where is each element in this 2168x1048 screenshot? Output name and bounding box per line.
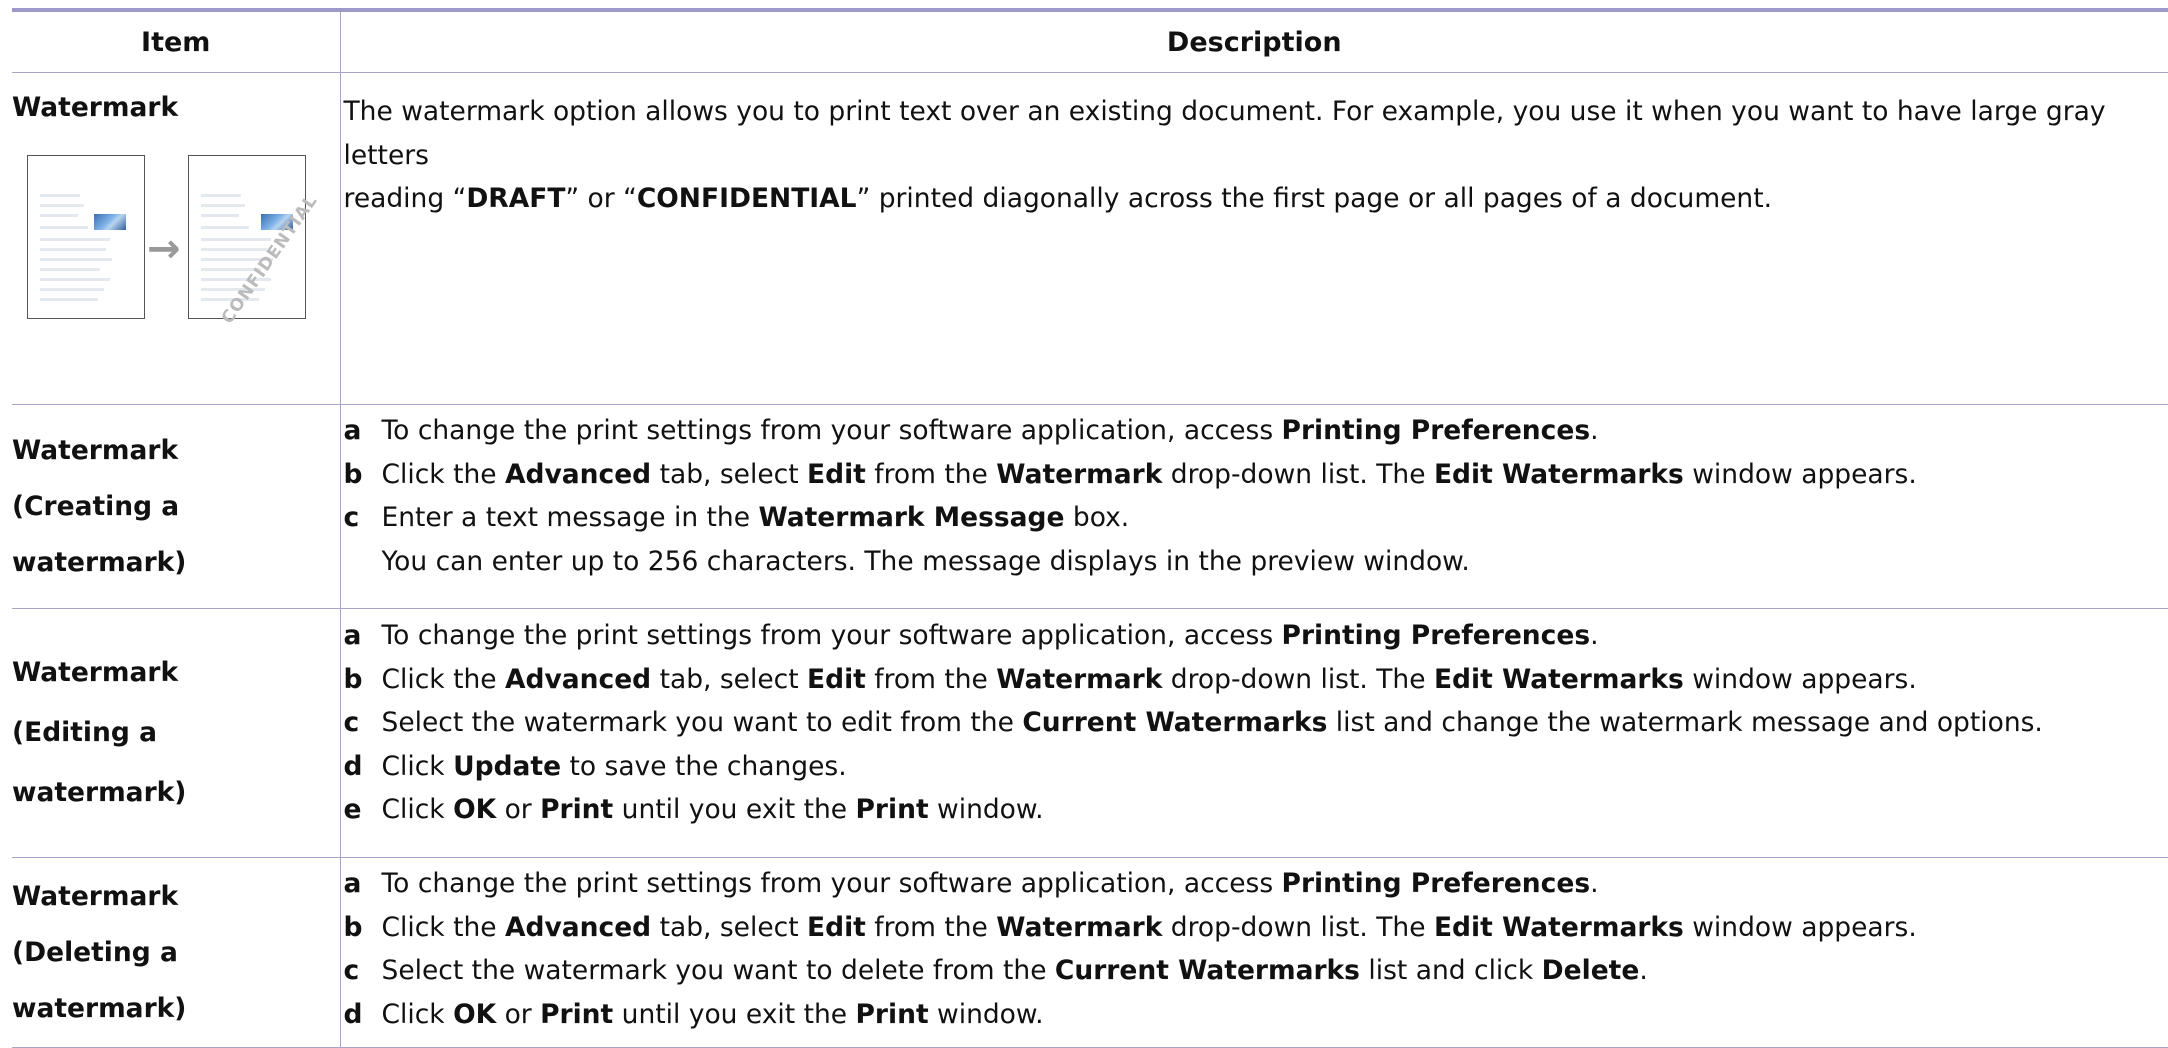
step-letter: c	[341, 949, 382, 993]
watermark-illustration: → CONFIDENTIAL	[12, 155, 340, 335]
item-cell: Watermark(Editing a watermark)	[12, 609, 340, 858]
step-letter: a	[341, 409, 382, 453]
item-title: Watermark	[12, 81, 340, 135]
watermarked-page-thumbnail: CONFIDENTIAL	[188, 155, 306, 319]
watermark-options-table: Item Description Watermark	[12, 12, 2168, 1048]
step-text: Click the Advanced tab, select Edit from…	[382, 906, 1917, 950]
step-item: aTo change the print settings from your …	[341, 614, 2168, 658]
step-item: aTo change the print settings from your …	[341, 409, 2168, 453]
table-row: Watermark →	[12, 73, 2168, 405]
item-cell: Watermark →	[12, 73, 340, 405]
step-item: dClick OK or Print until you exit the Pr…	[341, 993, 2168, 1037]
step-text: To change the print settings from your s…	[382, 614, 1599, 658]
item-label-line: Watermark	[12, 643, 340, 703]
description-cell: The watermark option allows you to print…	[340, 73, 2168, 405]
item-label-line: (Deleting a	[12, 925, 340, 981]
table-row: Watermark(Editing a watermark) aTo chang…	[12, 609, 2168, 858]
table-row: Watermark(Deleting awatermark) aTo chang…	[12, 858, 2168, 1048]
table-header-row: Item Description	[12, 12, 2168, 73]
item-label-line: (Editing a watermark)	[12, 703, 340, 823]
step-letter: a	[341, 862, 382, 906]
step-item: cSelect the watermark you want to delete…	[341, 949, 2168, 993]
step-item: bClick the Advanced tab, select Edit fro…	[341, 906, 2168, 950]
step-letter: b	[341, 453, 382, 497]
description-column-header: Description	[340, 12, 2168, 73]
step-note: You can enter up to 256 characters. The …	[341, 540, 2168, 584]
arrow-right-icon: →	[147, 221, 181, 277]
step-text: Click Update to save the changes.	[382, 745, 847, 789]
description-cell: aTo change the print settings from your …	[340, 858, 2168, 1048]
step-text: To change the print settings from your s…	[382, 862, 1599, 906]
step-text: Click OK or Print until you exit the Pri…	[382, 993, 1044, 1037]
step-text: Click OK or Print until you exit the Pri…	[382, 788, 1044, 832]
item-label-line: Watermark	[12, 423, 340, 479]
table-row: Watermark(Creating awatermark) aTo chang…	[12, 405, 2168, 609]
item-label-line: watermark)	[12, 981, 340, 1037]
item-label-line: Watermark	[12, 869, 340, 925]
step-text: Enter a text message in the Watermark Me…	[382, 496, 1130, 540]
step-text: Select the watermark you want to delete …	[382, 949, 1648, 993]
step-letter: c	[341, 496, 382, 540]
step-text: Click the Advanced tab, select Edit from…	[382, 658, 1917, 702]
description-cell: aTo change the print settings from your …	[340, 405, 2168, 609]
item-label-line: (Creating a	[12, 479, 340, 535]
item-column-header: Item	[12, 12, 340, 73]
description-cell: aTo change the print settings from your …	[340, 609, 2168, 858]
step-letter: e	[341, 788, 382, 832]
item-cell: Watermark(Creating awatermark)	[12, 405, 340, 609]
step-text: Click the Advanced tab, select Edit from…	[382, 453, 1917, 497]
description-paragraph: The watermark option allows you to print…	[341, 90, 2168, 221]
step-text: Select the watermark you want to edit fr…	[382, 701, 2043, 745]
step-item: cSelect the watermark you want to edit f…	[341, 701, 2168, 745]
step-item: bClick the Advanced tab, select Edit fro…	[341, 453, 2168, 497]
step-text: To change the print settings from your s…	[382, 409, 1599, 453]
step-item: aTo change the print settings from your …	[341, 862, 2168, 906]
item-cell: Watermark(Deleting awatermark)	[12, 858, 340, 1048]
original-page-thumbnail	[27, 155, 145, 319]
step-letter: b	[341, 906, 382, 950]
step-letter: a	[341, 614, 382, 658]
step-letter: b	[341, 658, 382, 702]
step-letter: d	[341, 993, 382, 1037]
step-item: bClick the Advanced tab, select Edit fro…	[341, 658, 2168, 702]
step-item: cEnter a text message in the Watermark M…	[341, 496, 2168, 540]
step-letter: c	[341, 701, 382, 745]
item-label-line: watermark)	[12, 535, 340, 591]
step-item: eClick OK or Print until you exit the Pr…	[341, 788, 2168, 832]
step-item: dClick Update to save the changes.	[341, 745, 2168, 789]
step-letter: d	[341, 745, 382, 789]
